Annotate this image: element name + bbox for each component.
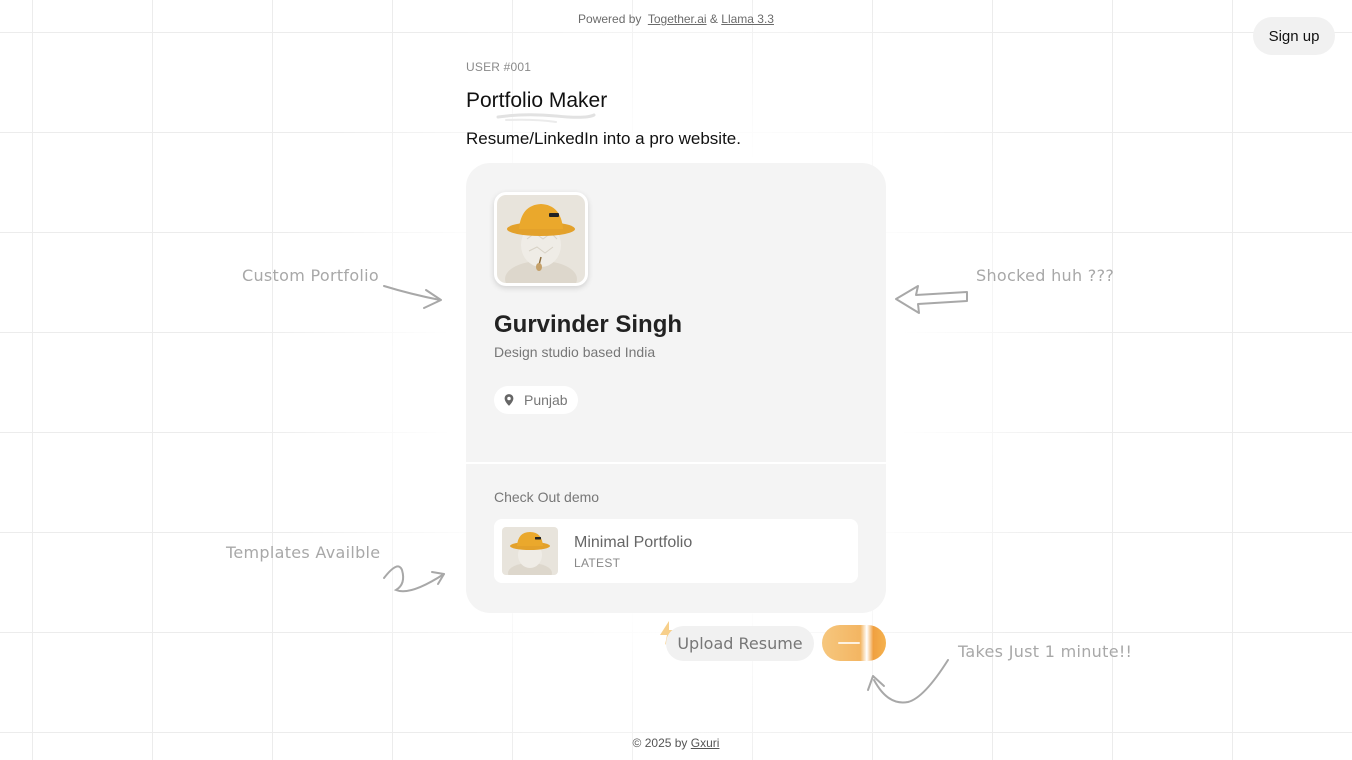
ampersand: & — [709, 12, 718, 26]
arrow-left-icon — [895, 285, 968, 314]
llama-link[interactable]: Llama 3.3 — [721, 12, 774, 26]
location-label: Punjab — [524, 392, 568, 408]
arrow-right-icon — [383, 285, 442, 309]
demo-thumbnail — [502, 527, 558, 575]
page-subtitle: Resume/LinkedIn into a pro website. — [466, 129, 741, 148]
footer: © 2025 by Gxuri — [0, 736, 1352, 750]
page-title: Portfolio Maker — [466, 89, 608, 112]
avatar-image — [497, 195, 585, 283]
annotation-custom-portfolio: Custom Portfolio — [242, 266, 380, 285]
profile-tagline: Design studio based India — [494, 344, 656, 360]
annotation-one-minute: Takes Just 1 minute!! — [958, 642, 1133, 661]
user-id-label: USER #001 — [466, 60, 532, 74]
profile-card: Gurvinder Singh Design studio based Indi… — [466, 163, 886, 613]
map-pin-icon — [504, 394, 514, 406]
annotation-shocked: Shocked huh ??? — [976, 266, 1115, 285]
demo-portfolio-item[interactable]: Minimal Portfolio LATEST — [494, 519, 858, 583]
together-ai-link[interactable]: Together.ai — [648, 12, 707, 26]
curved-arrow-icon — [867, 659, 949, 704]
squiggle-arrow-icon — [383, 565, 445, 593]
arrow-line-icon — [838, 642, 860, 644]
card-divider — [466, 462, 886, 464]
title-underline-scribble — [496, 113, 596, 123]
footer-author-link[interactable]: Gxuri — [691, 736, 720, 750]
demo-thumbnail-image — [502, 527, 558, 575]
sign-up-button[interactable]: Sign up — [1253, 17, 1335, 55]
footer-copyright: © 2025 by — [632, 736, 688, 750]
avatar — [494, 192, 588, 286]
annotation-templates: Templates Availble — [226, 543, 381, 562]
demo-title: Minimal Portfolio — [574, 534, 693, 551]
check-out-label: Check Out demo — [494, 489, 600, 505]
location-badge: Punjab — [494, 386, 578, 414]
powered-by-line: Powered by Together.ai & Llama 3.3 — [0, 12, 1352, 26]
upload-resume-button[interactable]: Upload Resume — [666, 626, 814, 661]
profile-name: Gurvinder Singh — [494, 311, 683, 338]
demo-badge: LATEST — [574, 556, 621, 570]
powered-by-label: Powered by — [578, 12, 642, 26]
